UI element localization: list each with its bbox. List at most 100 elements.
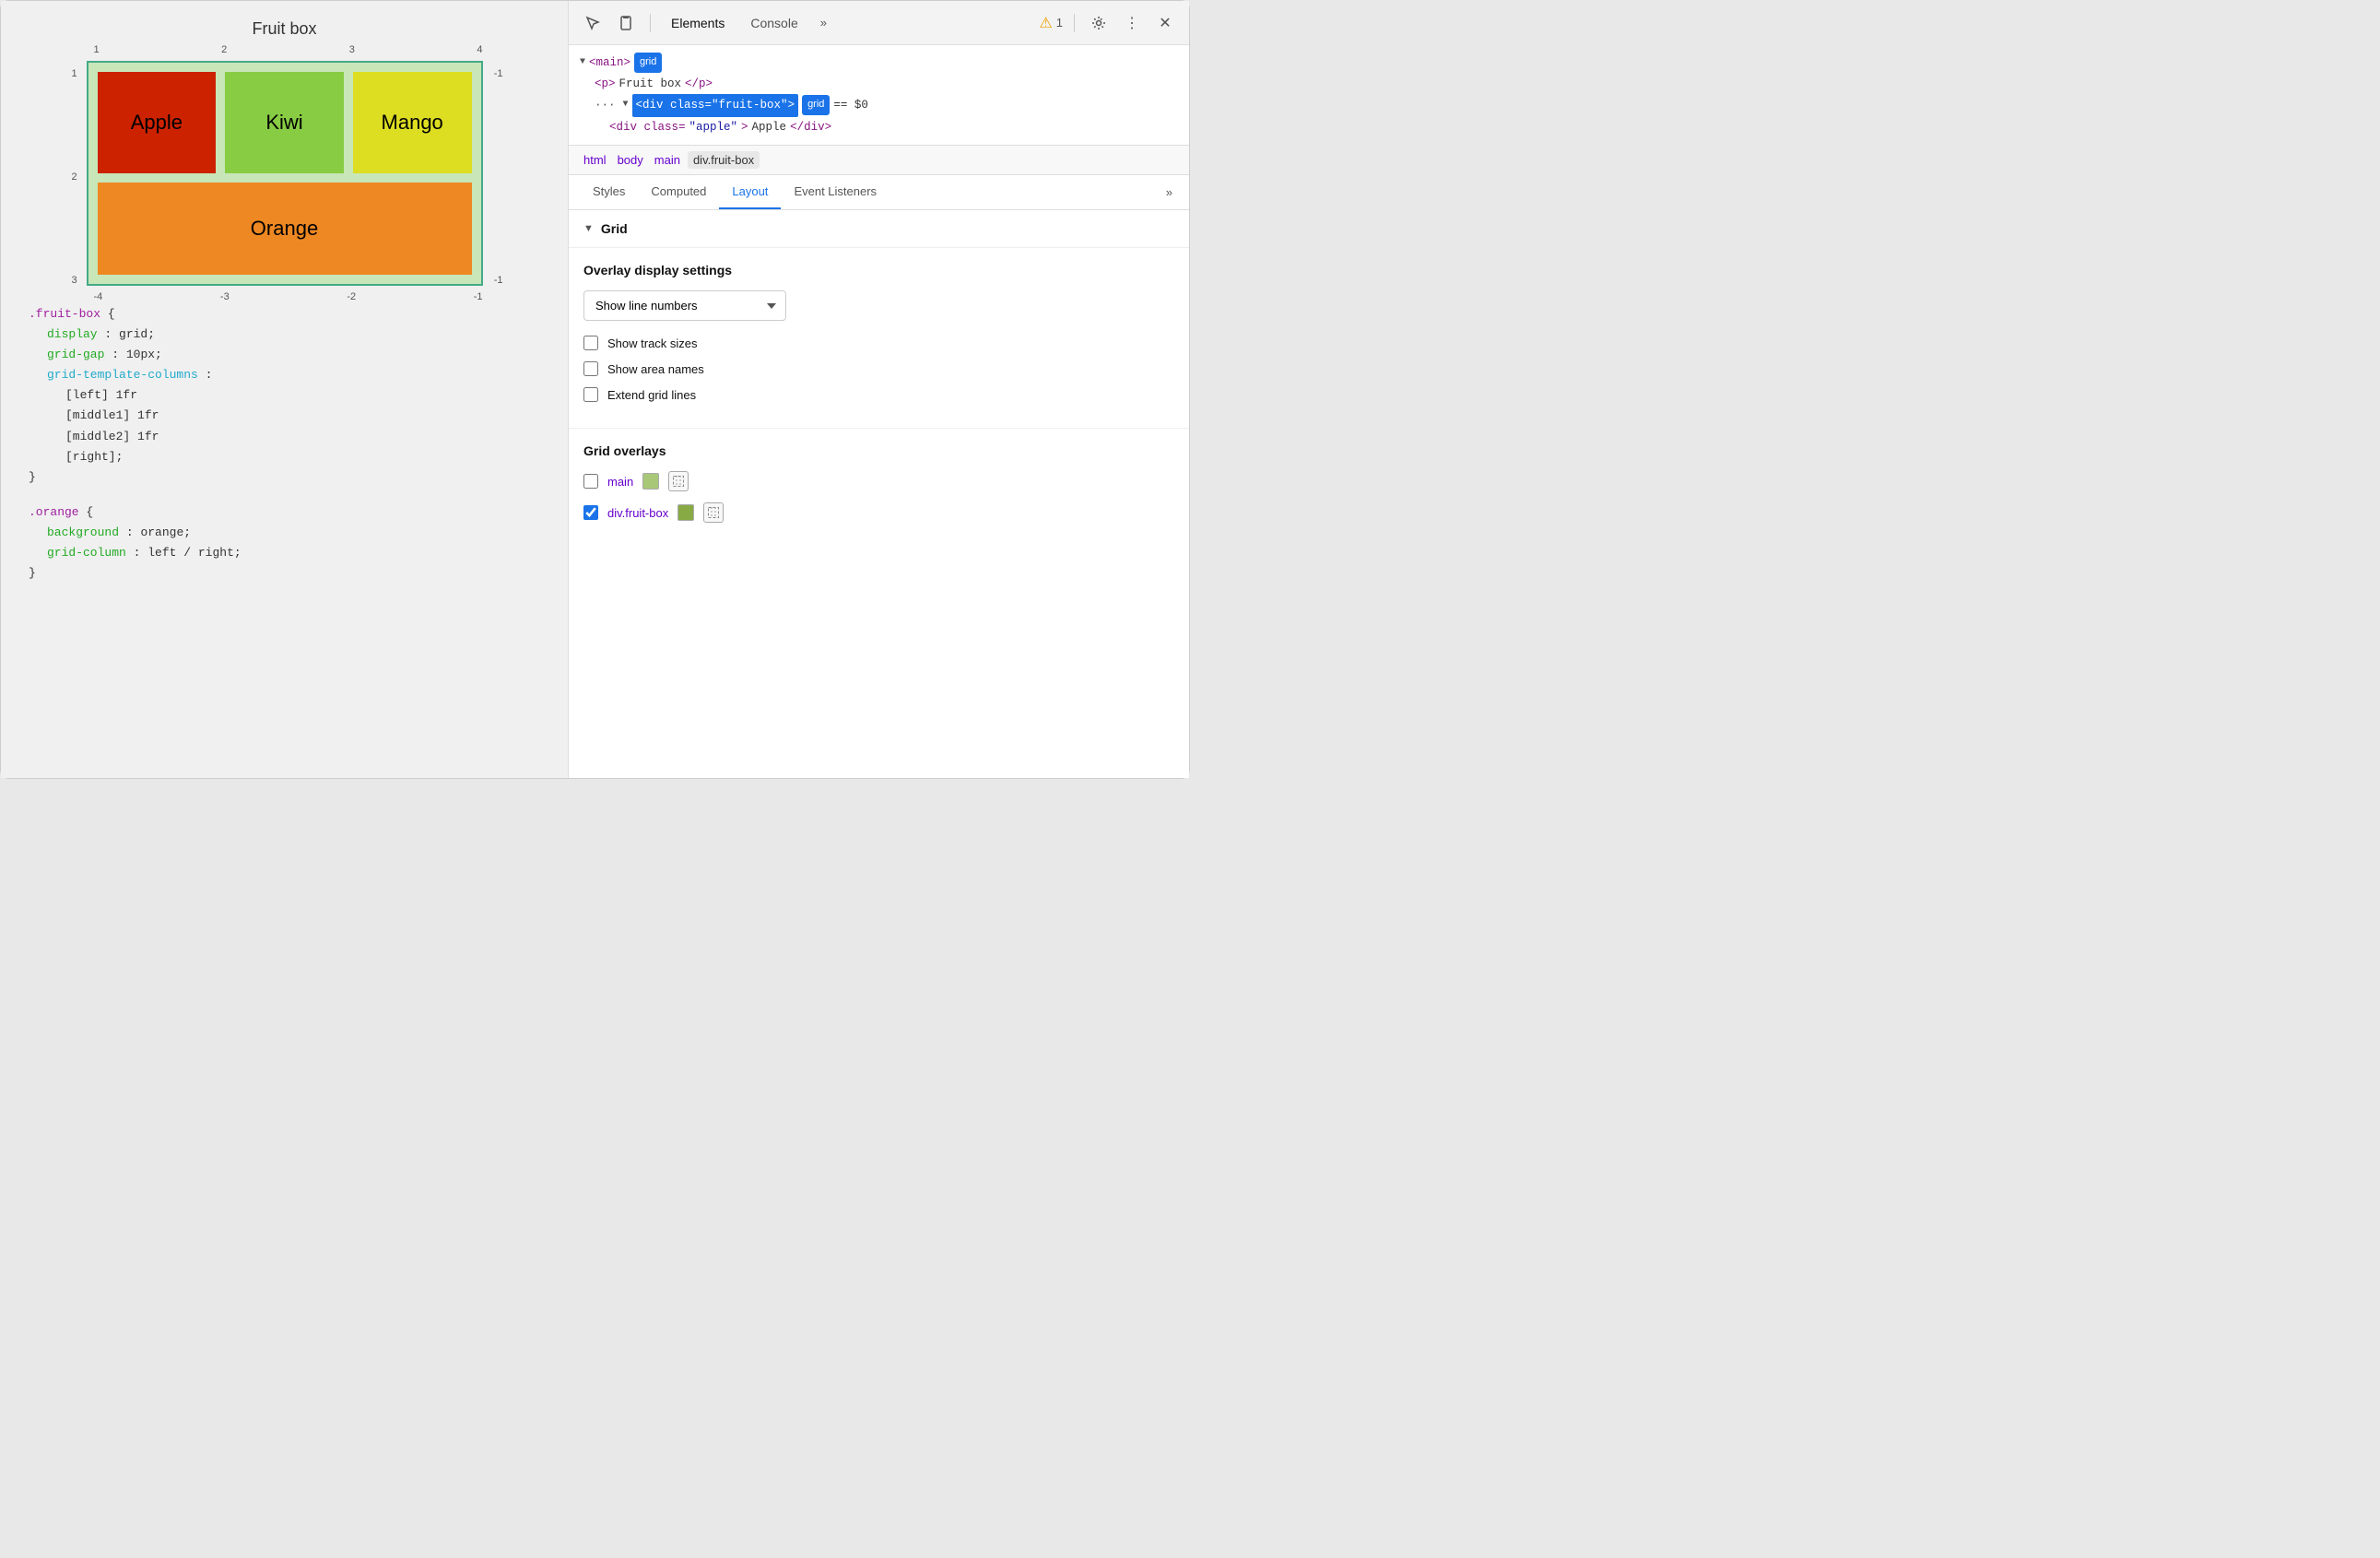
- code-value: left / right;: [147, 546, 241, 560]
- toolbar-right: ⚠ 1 ⋮ ✕: [1039, 10, 1178, 36]
- dom-p-close: </p>: [685, 74, 713, 95]
- grid-overlays-title: Grid overlays: [583, 443, 1174, 458]
- toolbar-divider: [650, 14, 651, 32]
- tabs-more[interactable]: »: [1161, 182, 1178, 203]
- overlay-fruit-swatch[interactable]: [677, 504, 694, 521]
- overlay-fruit-checkbox[interactable]: [583, 505, 598, 520]
- dom-apple-text: Apple: [752, 117, 787, 138]
- code-value: [right];: [65, 450, 123, 464]
- dom-equals: == $0: [833, 95, 868, 116]
- checkbox-track-sizes-label[interactable]: Show track sizes: [607, 336, 698, 350]
- bc-body[interactable]: body: [614, 151, 647, 169]
- section-triangle: ▼: [583, 223, 594, 234]
- tab-elements[interactable]: Elements: [662, 12, 734, 34]
- grid-num-left-2: 2: [72, 171, 77, 183]
- overlay-main-grid-icon[interactable]: [668, 471, 689, 491]
- dom-apple-class: "apple": [689, 117, 738, 138]
- code-value: orange;: [140, 525, 191, 539]
- tab-styles[interactable]: Styles: [580, 175, 638, 209]
- overlay-settings-title: Overlay display settings: [583, 263, 1174, 277]
- checkbox-extend-grid-label[interactable]: Extend grid lines: [607, 388, 696, 402]
- bc-main[interactable]: main: [651, 151, 684, 169]
- grid-num-bot-1: -4: [94, 291, 103, 302]
- dom-line-main: ▼ <main> grid: [580, 53, 1178, 74]
- cell-orange: Orange: [98, 183, 472, 275]
- overlay-main-swatch[interactable]: [642, 473, 659, 490]
- overlay-row-main: main: [583, 471, 1174, 491]
- grid-num-bot-3: -2: [347, 291, 356, 302]
- dom-selected-element[interactable]: <div class="fruit-box">: [632, 94, 799, 117]
- grid-section-label: Grid: [601, 221, 628, 236]
- overlay-dropdown[interactable]: Show line numbers Show track sizes Hide: [583, 290, 786, 321]
- code-colon: :: [126, 525, 141, 539]
- dom-triangle[interactable]: ▼: [580, 54, 585, 71]
- toolbar-more[interactable]: »: [815, 12, 832, 33]
- overlay-main-label[interactable]: main: [607, 475, 633, 489]
- cell-mango: Mango: [353, 72, 472, 173]
- cell-kiwi: Kiwi: [225, 72, 344, 173]
- dom-badge-grid: grid: [634, 53, 662, 73]
- dom-line-apple: <div class= "apple" > Apple </div>: [609, 117, 1178, 138]
- toolbar-divider-2: [1074, 14, 1075, 32]
- tab-console[interactable]: Console: [741, 12, 807, 34]
- dom-line-div[interactable]: ··· ▼ <div class="fruit-box"> grid == $0: [595, 94, 1178, 117]
- tab-layout[interactable]: Layout: [719, 175, 781, 209]
- code-line: grid-column : left / right;: [47, 543, 540, 563]
- dom-ellipsis[interactable]: ···: [595, 95, 616, 116]
- code-property: grid-column: [47, 546, 126, 560]
- overlay-fruit-label[interactable]: div.fruit-box: [607, 506, 668, 520]
- checkbox-area-names-label[interactable]: Show area names: [607, 362, 704, 376]
- checkbox-track-sizes-input[interactable]: [583, 336, 598, 350]
- code-brace: {: [86, 505, 93, 519]
- overlay-main-checkbox[interactable]: [583, 474, 598, 489]
- code-keyword: grid-template-columns: [47, 368, 198, 382]
- grid-num-left-1: 1: [72, 68, 77, 79]
- grid-visual-container: 1 2 3 4 1 2 3 Apple Kiwi Mango Orange -4…: [87, 61, 483, 286]
- inspect-button[interactable]: [580, 10, 606, 36]
- tab-event-listeners[interactable]: Event Listeners: [781, 175, 890, 209]
- dom-p-text: Fruit box: [619, 74, 682, 95]
- grid-num-top-3: 3: [349, 44, 355, 55]
- tabs-row: Styles Computed Layout Event Listeners »: [569, 175, 1189, 210]
- more-options-button[interactable]: ⋮: [1119, 10, 1145, 36]
- code-line: [right];: [65, 447, 540, 467]
- code-line: .fruit-box {: [29, 304, 540, 325]
- close-button[interactable]: ✕: [1152, 10, 1178, 36]
- warning-count: 1: [1056, 16, 1063, 30]
- dom-tag[interactable]: <main>: [589, 53, 630, 74]
- dom-line-p: <p> Fruit box </p>: [595, 74, 1178, 95]
- checkbox-extend-grid-input[interactable]: [583, 387, 598, 402]
- cell-apple: Apple: [98, 72, 217, 173]
- settings-button[interactable]: [1086, 10, 1112, 36]
- right-panel: Elements Console » ⚠ 1 ⋮ ✕: [568, 1, 1189, 778]
- warning-icon: ⚠: [1039, 14, 1052, 32]
- dom-apple-open[interactable]: <div class=: [609, 117, 686, 138]
- close-icon: ✕: [1159, 14, 1171, 32]
- code-line: .orange {: [29, 502, 540, 523]
- checkbox-extend-grid: Extend grid lines: [583, 387, 1174, 402]
- grid-num-bot-4: -1: [474, 291, 483, 302]
- checkbox-area-names-input[interactable]: [583, 361, 598, 376]
- dom-div-triangle[interactable]: ▼: [623, 97, 629, 113]
- code-value: [middle1] 1fr: [65, 408, 159, 422]
- grid-numbers-top: 1 2 3 4: [94, 44, 483, 55]
- code-property: grid-gap: [47, 348, 104, 361]
- more-options-icon: ⋮: [1125, 14, 1139, 32]
- dom-p-tag[interactable]: <p>: [595, 74, 616, 95]
- overlay-fruit-grid-icon[interactable]: [703, 502, 724, 523]
- grid-num-top-4: 4: [477, 44, 482, 55]
- code-colon: :: [206, 368, 213, 382]
- code-line: [middle1] 1fr: [65, 406, 540, 426]
- code-brace: }: [29, 566, 36, 580]
- code-property: background: [47, 525, 119, 539]
- bc-html[interactable]: html: [580, 151, 610, 169]
- dom-area: ▼ <main> grid <p> Fruit box </p> ··· ▼ <…: [569, 45, 1189, 146]
- code-line: display : grid;: [47, 325, 540, 345]
- code-value: [left] 1fr: [65, 388, 137, 402]
- page-title: Fruit box: [19, 19, 549, 39]
- tab-computed[interactable]: Computed: [638, 175, 719, 209]
- device-button[interactable]: [613, 10, 639, 36]
- code-value: grid;: [119, 327, 155, 341]
- dom-apple-close: </div>: [790, 117, 831, 138]
- grid-section-header[interactable]: ▼ Grid: [569, 210, 1189, 248]
